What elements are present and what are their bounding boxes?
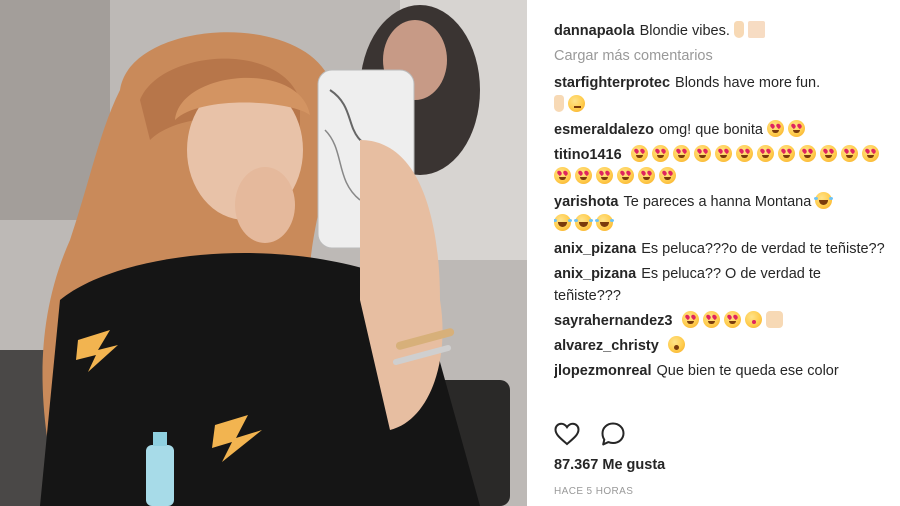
photo-illustration xyxy=(0,0,527,506)
comment-username[interactable]: starfighterprotec xyxy=(554,75,670,91)
comment-username[interactable]: sayrahernandez3 xyxy=(554,313,672,329)
kissing-emoji-icon xyxy=(744,311,762,328)
comment-item: starfighterprotec Blonds have more fun. xyxy=(554,72,889,116)
caption-text: Blondie vibes. xyxy=(639,23,730,39)
load-more-comments-link[interactable]: Cargar más comentarios xyxy=(554,45,889,67)
comment-item: anix_pizana Es peluca?? O de verdad te te… xyxy=(554,263,889,307)
comment-button[interactable] xyxy=(600,421,626,447)
comment-item: anix_pizana Es peluca???o de verdad te te… xyxy=(554,238,889,260)
comment-text: Es peluca???o de verdad te teñiste?? xyxy=(641,241,885,257)
post-photo xyxy=(0,0,527,506)
comment-item: titino1416 xyxy=(554,144,889,188)
heart-eyes-emoji-icon xyxy=(575,167,592,184)
astonished-emoji-icon xyxy=(667,336,685,353)
comment-item: alvarez_christy xyxy=(554,335,889,357)
caption-username[interactable]: dannapaola xyxy=(554,23,635,39)
heart-eyes-emoji-icon xyxy=(681,311,699,328)
heart-eyes-emoji-icon xyxy=(651,145,669,162)
comment-username[interactable]: jlopezmonreal xyxy=(554,363,652,379)
thumbs-up-emoji-icon xyxy=(765,311,783,328)
tears-of-joy-emoji-icon xyxy=(814,192,834,209)
comment-username[interactable]: anix_pizana xyxy=(554,266,636,282)
heart-outline-icon xyxy=(554,422,580,446)
heart-eyes-emoji-icon xyxy=(693,145,711,162)
heart-eyes-emoji-icon xyxy=(840,145,858,162)
post-timestamp[interactable]: HACE 5 HORAS xyxy=(554,486,633,497)
comment-username[interactable]: anix_pizana xyxy=(554,241,636,257)
comments-panel: dannapaola Blondie vibes. Cargar más come… xyxy=(527,0,900,506)
skin-tone-emoji-icon xyxy=(747,21,765,38)
comment-username[interactable]: alvarez_christy xyxy=(554,338,659,354)
heart-eyes-emoji-icon xyxy=(735,145,753,162)
tears-of-joy-emoji-icon xyxy=(574,214,593,231)
heart-eyes-emoji-icon xyxy=(819,145,837,162)
comment-username[interactable]: titino1416 xyxy=(554,147,622,163)
heart-eyes-emoji-icon xyxy=(596,167,613,184)
heart-eyes-emoji-icon xyxy=(723,311,741,328)
smirk-emoji-icon xyxy=(568,95,585,112)
heart-eyes-emoji-icon xyxy=(766,120,784,137)
comment-text: omg! que bonita xyxy=(658,122,763,138)
comment-item: esmeraldalezo omg! que bonita xyxy=(554,119,889,141)
heart-eyes-emoji-icon xyxy=(554,167,571,184)
likes-count[interactable]: 87.367 Me gusta xyxy=(554,457,665,473)
victory-hand-emoji-icon xyxy=(733,21,744,38)
heart-eyes-emoji-icon xyxy=(777,145,795,162)
tears-of-joy-emoji-icon xyxy=(554,214,572,231)
heart-eyes-emoji-icon xyxy=(861,145,879,162)
heart-eyes-emoji-icon xyxy=(630,145,648,162)
heart-eyes-emoji-icon xyxy=(798,145,816,162)
caption: dannapaola Blondie vibes. xyxy=(554,20,889,42)
hand-pointing-emoji-icon xyxy=(554,95,564,112)
heart-eyes-emoji-icon xyxy=(672,145,690,162)
heart-eyes-emoji-icon xyxy=(659,167,676,184)
heart-eyes-emoji-icon xyxy=(756,145,774,162)
heart-eyes-emoji-icon xyxy=(617,167,634,184)
tears-of-joy-emoji-icon xyxy=(595,214,614,231)
heart-eyes-emoji-icon xyxy=(702,311,720,328)
speech-bubble-icon xyxy=(601,422,625,446)
post-actions xyxy=(554,421,626,447)
comment-text: Blonds have more fun. xyxy=(675,75,821,91)
heart-eyes-emoji-icon xyxy=(714,145,732,162)
heart-eyes-emoji-icon xyxy=(787,120,805,137)
comment-item: sayrahernandez3 xyxy=(554,310,889,332)
comment-text: Te pareces a hanna Montana xyxy=(623,194,812,210)
comment-username[interactable]: esmeraldalezo xyxy=(554,122,654,138)
comment-text: Que bien te queda ese color xyxy=(656,363,839,379)
comments-list: dannapaola Blondie vibes. Cargar más come… xyxy=(554,20,889,412)
heart-eyes-emoji-icon xyxy=(638,167,655,184)
comment-item: yarishota Te pareces a hanna Montana xyxy=(554,191,889,235)
comment-item: jlopezmonreal Que bien te queda ese color xyxy=(554,360,889,382)
comment-username[interactable]: yarishota xyxy=(554,194,618,210)
like-button[interactable] xyxy=(554,421,580,447)
